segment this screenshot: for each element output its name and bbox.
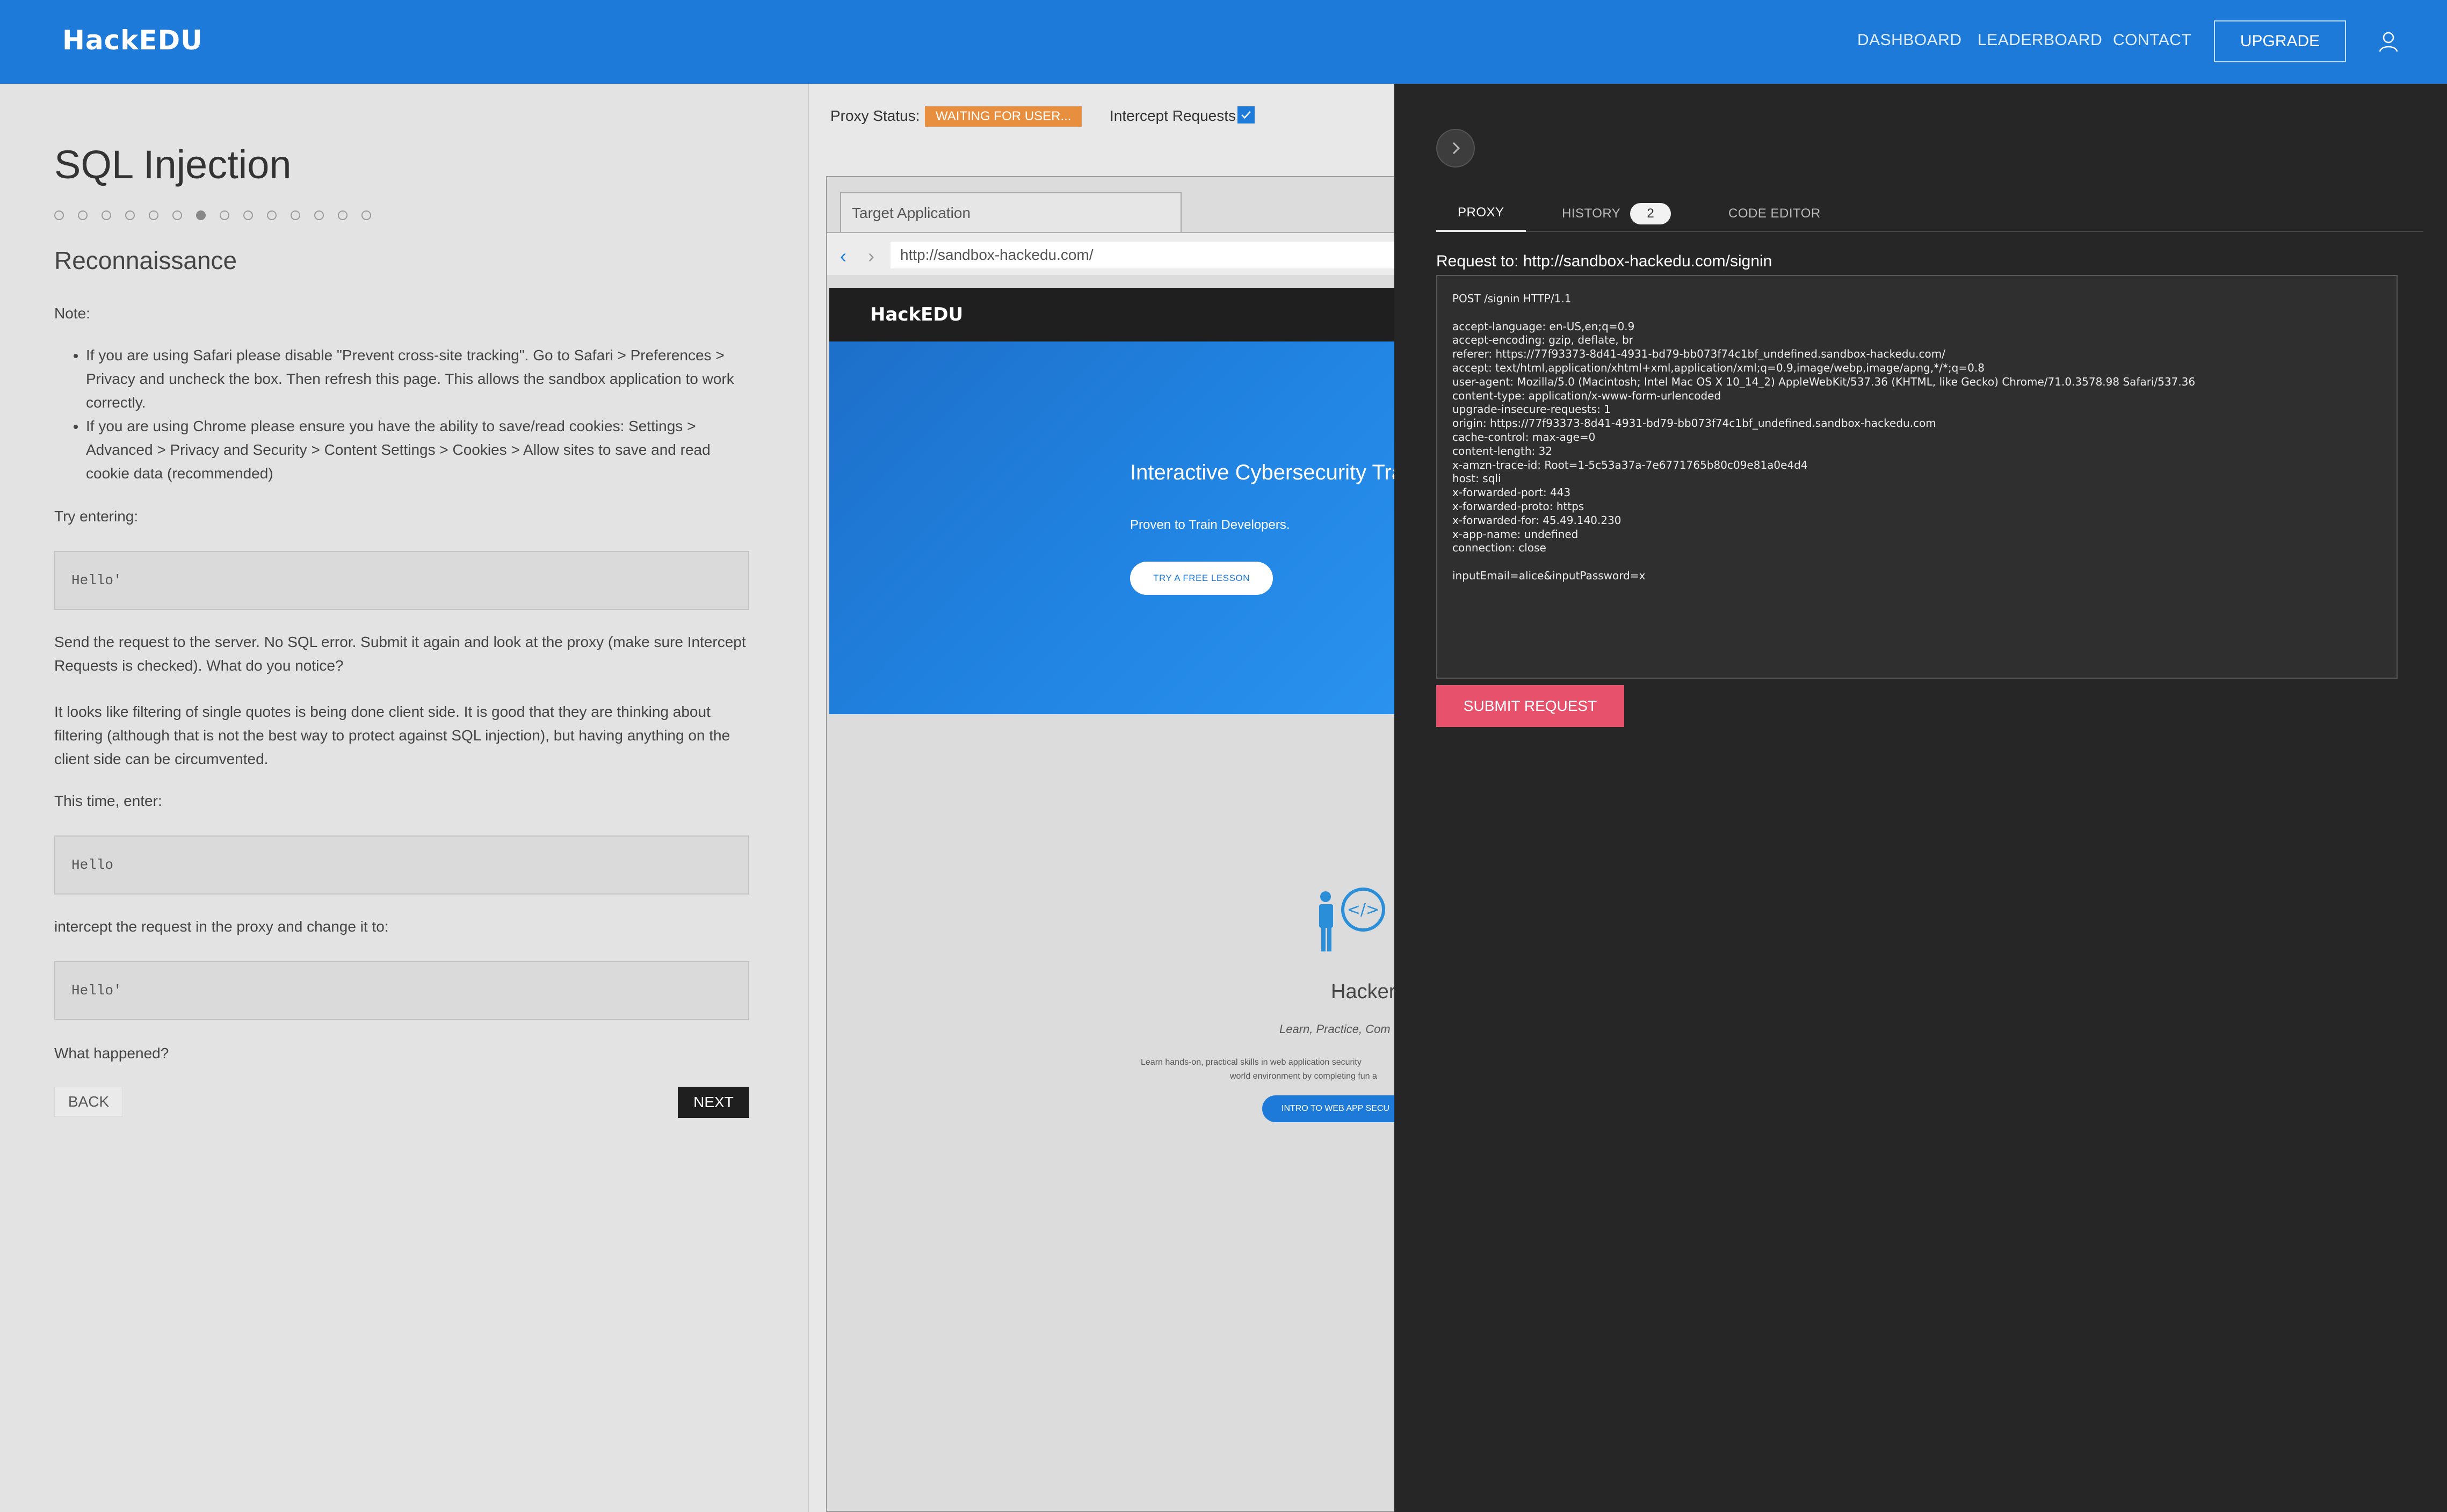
code-snippet-3: Hello'	[54, 961, 749, 1020]
note-item-safari: If you are using Safari please disable "…	[86, 344, 752, 415]
nav-dashboard[interactable]: DASHBOARD	[1857, 31, 1962, 49]
progress-dot[interactable]	[78, 210, 88, 220]
tab-proxy[interactable]: PROXY	[1436, 195, 1526, 232]
proxy-status-badge: WAITING FOR USER...	[925, 106, 1082, 127]
hackers-title: Hackers	[1331, 980, 1395, 1003]
user-icon[interactable]	[2378, 31, 2399, 53]
tab-code-editor[interactable]: CODE EDITOR	[1728, 195, 1821, 232]
progress-dot[interactable]	[54, 210, 64, 220]
section-title: Reconnaissance	[54, 246, 237, 274]
site-logo[interactable]: HackEDU	[870, 304, 963, 325]
nav-contact[interactable]: CONTACT	[2113, 31, 2191, 49]
progress-dot[interactable]	[243, 210, 253, 220]
proxy-panel: PROXY HISTORY 2 CODE EDITOR Request to: …	[1394, 84, 2447, 1512]
try-entering-label: Try entering:	[54, 508, 139, 525]
progress-dot[interactable]	[102, 210, 111, 220]
lesson-panel: SQL Injection Reconnaissance Note: If yo…	[0, 84, 808, 1512]
try-free-lesson-button[interactable]: TRY A FREE LESSON	[1130, 562, 1273, 595]
progress-dot[interactable]	[291, 210, 300, 220]
history-count-badge: 2	[1630, 203, 1671, 224]
tab-history-label: HISTORY	[1562, 206, 1621, 221]
proxy-tabs: PROXY HISTORY 2 CODE EDITOR	[1436, 195, 2423, 232]
intercept-instruction: intercept the request in the proxy and c…	[54, 918, 389, 935]
request-target-label: Request to: http://sandbox-hackedu.com/s…	[1436, 252, 1772, 270]
code-snippet-2: Hello	[54, 835, 749, 895]
browser-forward-icon[interactable]: ›	[868, 245, 874, 267]
lesson-progress-dots	[54, 210, 371, 220]
url-field[interactable]: http://sandbox-hackedu.com/	[891, 242, 1395, 268]
progress-dot[interactable]	[338, 210, 347, 220]
lesson-title: SQL Injection	[54, 142, 292, 187]
hacker-code-icon: </>	[1319, 888, 1385, 951]
what-happened-label: What happened?	[54, 1045, 169, 1062]
app-logo[interactable]: HackEDU	[62, 25, 203, 56]
intercept-requests-label: Intercept Requests	[1110, 107, 1236, 124]
progress-dot[interactable]	[172, 210, 182, 220]
intro-web-app-security-button[interactable]: INTRO TO WEB APP SECU	[1262, 1095, 1395, 1122]
site-hero: Interactive Cybersecurity Train Proven t…	[829, 341, 1395, 714]
hero-subtitle: Proven to Train Developers.	[1130, 518, 1290, 532]
hackers-subtitle: Learn, Practice, Com	[1279, 1022, 1391, 1036]
progress-dot[interactable]	[220, 210, 229, 220]
embedded-browser: Target Application ‹ › http://sandbox-ha…	[826, 176, 1395, 1512]
tab-history[interactable]: HISTORY 2	[1562, 195, 1671, 232]
target-app-panel: Proxy Status: WAITING FOR USER... Interc…	[808, 84, 1395, 1512]
hero-title: Interactive Cybersecurity Train	[1130, 461, 1395, 484]
submit-request-button[interactable]: SUBMIT REQUEST	[1436, 685, 1624, 727]
next-button[interactable]: NEXT	[678, 1087, 749, 1118]
top-navbar: HackEDU DASHBOARD LEADERBOARD CONTACT UP…	[0, 0, 2447, 84]
proxy-status-label: Proxy Status:	[830, 107, 920, 124]
hackers-description-line-1: Learn hands-on, practical skills in web …	[1141, 1058, 1362, 1067]
svg-text:</>: </>	[1347, 900, 1379, 919]
progress-dot[interactable]	[196, 210, 206, 220]
site-header: HackEDU	[829, 288, 1395, 341]
browser-tab-target-application[interactable]: Target Application	[840, 192, 1182, 233]
note-list: If you are using Safari please disable "…	[86, 344, 752, 485]
progress-dot[interactable]	[149, 210, 158, 220]
upgrade-button[interactable]: UPGRADE	[2214, 20, 2346, 62]
collapse-panel-chevron-icon[interactable]	[1436, 129, 1475, 168]
back-button[interactable]: BACK	[54, 1087, 123, 1117]
note-label: Note:	[54, 305, 90, 322]
nav-leaderboard[interactable]: LEADERBOARD	[1978, 31, 2102, 49]
request-editor[interactable]: POST /signin HTTP/1.1 accept-language: e…	[1436, 275, 2398, 679]
note-item-chrome: If you are using Chrome please ensure yo…	[86, 415, 752, 485]
browser-back-icon[interactable]: ‹	[840, 245, 846, 267]
code-snippet-1: Hello'	[54, 551, 749, 610]
intercept-requests-checkbox[interactable]	[1237, 106, 1255, 123]
progress-dot[interactable]	[125, 210, 135, 220]
address-bar: ‹ › http://sandbox-hackedu.com/	[827, 232, 1395, 275]
instruction-paragraph-1: Send the request to the server. No SQL e…	[54, 634, 746, 674]
progress-dot[interactable]	[267, 210, 277, 220]
hackers-description-line-2: world environment by completing fun a	[1230, 1072, 1377, 1081]
this-time-label: This time, enter:	[54, 793, 162, 809]
progress-dot[interactable]	[361, 210, 371, 220]
progress-dot[interactable]	[314, 210, 324, 220]
instruction-paragraph-2: It looks like filtering of single quotes…	[54, 703, 730, 767]
